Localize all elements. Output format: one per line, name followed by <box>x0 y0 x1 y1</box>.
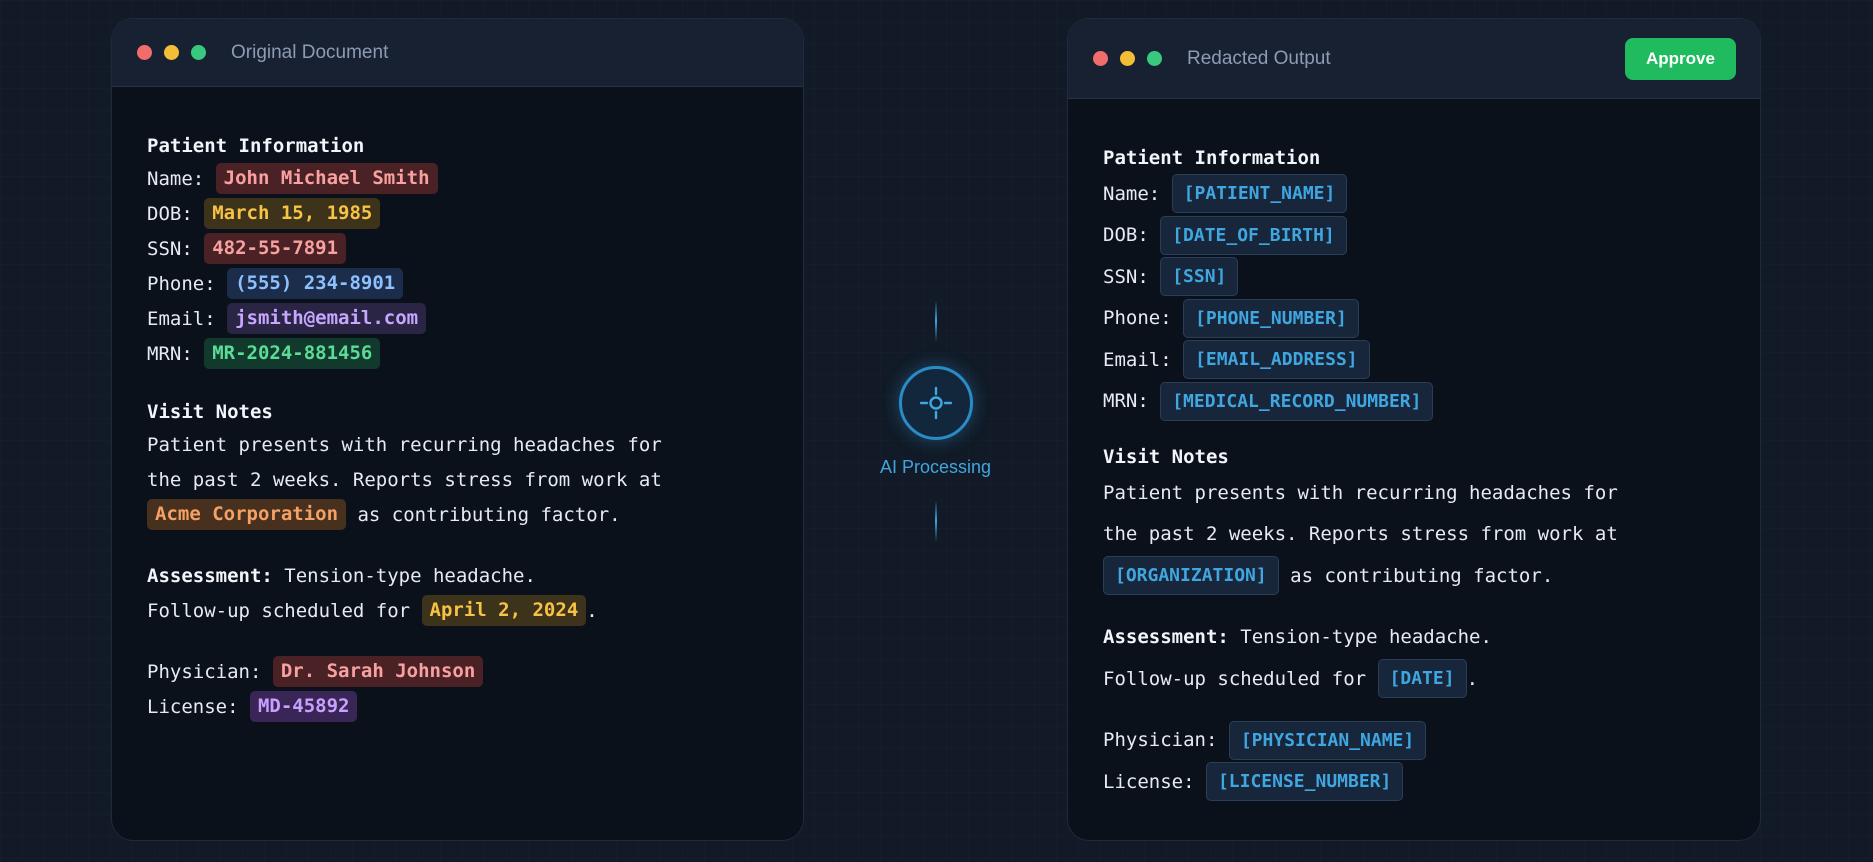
assessment-line: Assessment: Tension-type headache. <box>147 558 662 593</box>
assessment-label: Assessment: <box>147 564 273 587</box>
notes-line: the past 2 weeks. Reports stress from wo… <box>1103 523 1618 546</box>
maximize-dot[interactable] <box>191 45 206 60</box>
minimize-dot[interactable] <box>164 45 179 60</box>
placeholder-tag: [PATIENT_NAME] <box>1171 174 1348 214</box>
field-label: SSN: <box>147 237 205 260</box>
section-heading: Patient Information <box>1103 147 1321 169</box>
field-label: License: <box>147 695 250 718</box>
physician-line: Physician: Dr. Sarah Johnson <box>147 654 662 689</box>
window-title: Original Document <box>231 41 389 63</box>
pii-physician: Dr. Sarah Johnson <box>272 656 484 687</box>
connector-line <box>934 500 937 542</box>
placeholder-tag: [DATE_OF_BIRTH] <box>1160 215 1347 255</box>
field-label: Name: <box>147 167 216 190</box>
placeholder-tag: [DATE] <box>1377 659 1467 699</box>
notes-text: as contributing factor. <box>346 503 621 526</box>
followup-suffix: . <box>586 599 598 622</box>
crosshair-icon <box>898 366 973 440</box>
field-label: Phone: <box>147 272 228 295</box>
notes-line: the past 2 weeks. Reports stress from wo… <box>147 468 662 491</box>
placeholder-tag: [MEDICAL_RECORD_NUMBER] <box>1160 381 1434 421</box>
redacted-content: Patient Information Name: [PATIENT_NAME]… <box>1103 143 1618 803</box>
field-row: Email: [EMAIL_ADDRESS] <box>1103 339 1618 381</box>
field-label: Physician: <box>147 660 273 683</box>
section-heading: Visit Notes <box>1103 446 1229 468</box>
placeholder-tag: [LICENSE_NUMBER] <box>1205 762 1404 802</box>
field-label: MRN: <box>147 342 205 365</box>
pii-organization: Acme Corporation <box>147 499 347 530</box>
assessment-text: Tension-type headache. <box>272 564 536 587</box>
ai-processing-indicator: AI Processing <box>873 300 998 542</box>
connector-line <box>934 300 937 342</box>
pii-date: April 2, 2024 <box>421 595 587 626</box>
field-row: Phone: (555) 234-8901 <box>147 266 662 301</box>
document-content: Patient Information Name: John Michael S… <box>147 131 662 724</box>
approve-button[interactable]: Approve <box>1625 38 1736 80</box>
field-row: Name: [PATIENT_NAME] <box>1103 173 1618 215</box>
field-label: DOB: <box>147 202 205 225</box>
placeholder-tag: [ORGANIZATION] <box>1103 556 1279 596</box>
notes-line: Acme Corporation as contributing factor. <box>147 497 662 532</box>
field-row: Phone: [PHONE_NUMBER] <box>1103 298 1618 340</box>
original-document-window: Original Document Patient Information Na… <box>111 18 804 841</box>
placeholder-tag: [SSN] <box>1160 257 1239 297</box>
field-label: Email: <box>1103 348 1184 371</box>
pii-ssn: 482-55-7891 <box>204 233 347 264</box>
pii-phone: (555) 234-8901 <box>227 268 404 299</box>
assessment-text: Tension-type headache. <box>1228 626 1492 649</box>
close-dot[interactable] <box>137 45 152 60</box>
pii-dob: March 15, 1985 <box>204 198 381 229</box>
window-title: Redacted Output <box>1187 47 1331 69</box>
ai-processing-label: AI Processing <box>879 457 992 477</box>
field-label: Phone: <box>1103 307 1184 330</box>
placeholder-tag: [EMAIL_ADDRESS] <box>1183 340 1370 380</box>
followup-text: Follow-up scheduled for <box>147 599 422 622</box>
physician-line: Physician: [PHYSICIAN_NAME] <box>1103 720 1618 762</box>
pii-email: jsmith@email.com <box>227 303 427 334</box>
redacted-output-window: Redacted Output Approve Patient Informat… <box>1067 18 1761 841</box>
field-label: License: <box>1103 770 1206 793</box>
notes-text: as contributing factor. <box>1278 564 1554 587</box>
section-heading: Patient Information <box>147 135 365 157</box>
placeholder-tag: [PHYSICIAN_NAME] <box>1228 720 1427 760</box>
assessment-line: Assessment: Tension-type headache. <box>1103 617 1618 659</box>
notes-line: Patient presents with recurring headache… <box>1103 481 1618 504</box>
field-row: DOB: [DATE_OF_BIRTH] <box>1103 215 1618 257</box>
window-titlebar: Redacted Output Approve <box>1068 19 1760 99</box>
pii-name: John Michael Smith <box>215 163 438 194</box>
field-row: DOB: March 15, 1985 <box>147 196 662 231</box>
window-titlebar: Original Document <box>112 19 803 87</box>
notes-line: [ORGANIZATION] as contributing factor. <box>1103 555 1618 597</box>
field-row: SSN: [SSN] <box>1103 256 1618 298</box>
field-row: SSN: 482-55-7891 <box>147 231 662 266</box>
license-line: License: MD-45892 <box>147 689 662 724</box>
field-label: Email: <box>147 307 228 330</box>
minimize-dot[interactable] <box>1120 51 1135 66</box>
followup-suffix: . <box>1466 667 1479 690</box>
field-row: Email: jsmith@email.com <box>147 301 662 336</box>
field-row: MRN: MR-2024-881456 <box>147 336 662 371</box>
field-label: DOB: <box>1103 224 1161 247</box>
followup-line: Follow-up scheduled for [DATE]. <box>1103 658 1618 700</box>
assessment-label: Assessment: <box>1103 626 1229 649</box>
followup-line: Follow-up scheduled for April 2, 2024. <box>147 593 662 628</box>
close-dot[interactable] <box>1093 51 1108 66</box>
license-line: License: [LICENSE_NUMBER] <box>1103 761 1618 803</box>
field-label: SSN: <box>1103 265 1161 288</box>
field-row: MRN: [MEDICAL_RECORD_NUMBER] <box>1103 381 1618 423</box>
pii-license: MD-45892 <box>249 691 358 722</box>
section-heading: Visit Notes <box>147 401 273 423</box>
field-label: MRN: <box>1103 390 1161 413</box>
field-label: Physician: <box>1103 729 1229 752</box>
maximize-dot[interactable] <box>1147 51 1162 66</box>
placeholder-tag: [PHONE_NUMBER] <box>1183 298 1359 338</box>
notes-line: Patient presents with recurring headache… <box>147 433 662 456</box>
pii-mrn: MR-2024-881456 <box>204 338 381 369</box>
field-label: Name: <box>1103 182 1172 205</box>
followup-text: Follow-up scheduled for <box>1103 667 1378 690</box>
field-row: Name: John Michael Smith <box>147 161 662 196</box>
